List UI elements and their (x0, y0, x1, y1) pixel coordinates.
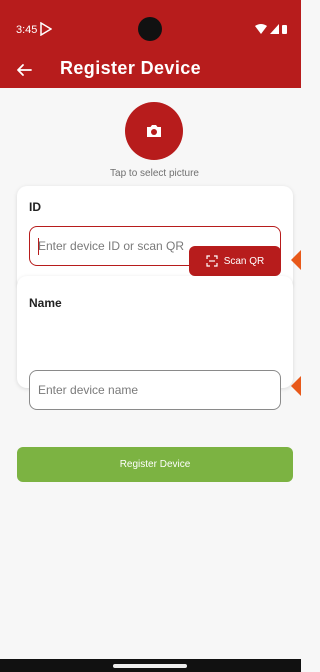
scan-qr-label: Scan QR (223, 255, 265, 267)
home-handle[interactable] (113, 664, 187, 668)
navigation-bar (0, 659, 301, 672)
app-bar: Register Device (0, 52, 301, 88)
text-cursor (38, 238, 39, 255)
scan-qr-button[interactable]: Scan QR (189, 246, 281, 276)
photo-hint: Tap to select picture (110, 168, 199, 179)
name-card: Name (17, 276, 293, 410)
name-label: Name (29, 296, 62, 310)
name-field[interactable] (29, 370, 281, 410)
select-picture-button[interactable] (125, 102, 183, 160)
wifi-icon (255, 24, 267, 34)
battery-icon (282, 25, 287, 34)
name-input[interactable] (30, 371, 280, 409)
register-label: Register Device (119, 459, 191, 470)
play-store-icon (40, 22, 52, 36)
camera-icon (147, 125, 161, 137)
status-time: 3:45 (16, 24, 38, 36)
id-card: ID Scan QR (17, 186, 293, 290)
status-bar: 3:45 (0, 0, 301, 52)
register-device-button[interactable]: Register Device (17, 447, 293, 482)
signal-icon (270, 24, 279, 34)
back-arrow-icon[interactable] (14, 60, 34, 80)
camera-cutout (138, 17, 162, 41)
id-label: ID (29, 200, 41, 214)
qr-scan-icon (206, 255, 218, 267)
status-icons (255, 24, 287, 34)
page-title: Register Device (60, 58, 202, 78)
